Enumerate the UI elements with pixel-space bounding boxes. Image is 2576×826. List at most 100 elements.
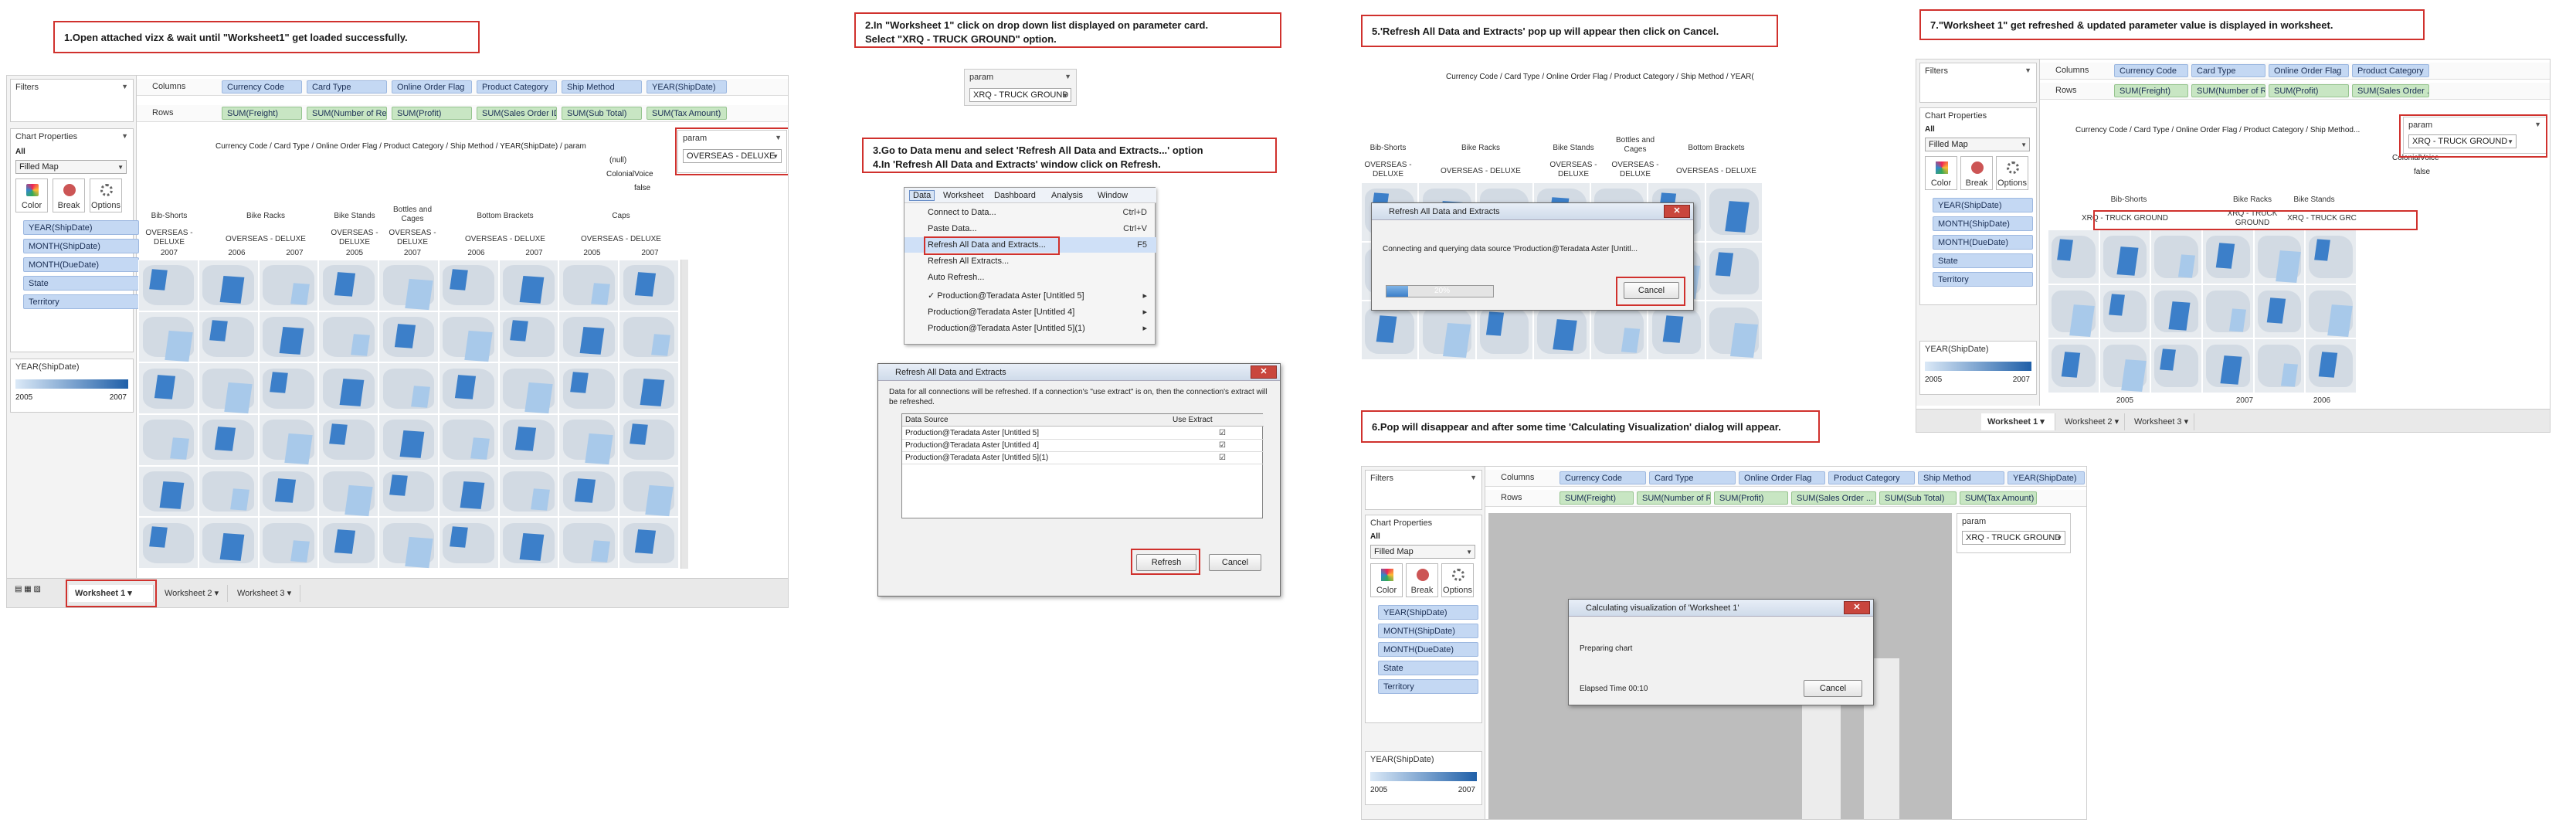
color-button[interactable]: Color [15,178,48,212]
tab7-worksheet-3[interactable]: Worksheet 3 ▾ [2128,413,2194,430]
filters-card-6[interactable]: Filters ▼ [1365,470,1482,510]
rows-shelf-7[interactable]: Rows SUM(Freight) SUM(Number of R... SUM… [2040,83,2550,100]
marks6-pill-0[interactable]: YEAR(ShipDate) [1378,605,1478,620]
chevron-down-icon[interactable]: ▼ [121,132,128,140]
marks7-pill-4[interactable]: Territory [1933,272,2033,287]
col7-pill-2[interactable]: Online Order Flag [2269,64,2349,77]
mark-type-select-7[interactable]: Filled Map [1925,138,2030,151]
col6-pill-0[interactable]: Currency Code [1560,471,1646,484]
break-button[interactable]: Break [1960,156,1993,190]
marks-pill-4[interactable]: Territory [23,294,139,309]
marks7-pill-2[interactable]: MONTH(DueDate) [1933,235,2033,250]
row-pill-0[interactable]: SUM(Freight) [222,107,302,120]
chevron-down-icon[interactable]: ▼ [1064,73,1071,80]
marks7-pill-3[interactable]: State [1933,253,2033,268]
menu-window[interactable]: Window [1098,191,1128,200]
col7-pill-1[interactable]: Card Type [2191,64,2265,77]
col7-pill-3[interactable]: Product Category [2352,64,2429,77]
marks-pill-1[interactable]: MONTH(ShipDate) [23,239,139,253]
tab7-worksheet-1[interactable]: Worksheet 1 ▾ [1981,413,2055,430]
param-dropdown-6[interactable]: XRQ - TRUCK GROUND [1962,531,2065,545]
row6-pill-5[interactable]: SUM(Tax Amount) [1960,491,2037,505]
filters-card-7[interactable]: Filters ▼ [1919,63,2037,103]
col-pill-0[interactable]: Currency Code [222,80,302,93]
menu-item-auto-refresh[interactable]: Auto Refresh... [904,270,1156,285]
row7-pill-3[interactable]: SUM(Sales Order ... [2352,84,2429,97]
marks6-pill-1[interactable]: MONTH(ShipDate) [1378,624,1478,638]
col-pill-2[interactable]: Online Order Flag [392,80,472,93]
table-row[interactable]: Production@Teradata Aster [Untitled 4] ☑ [902,440,1264,452]
columns-shelf-7[interactable]: Columns Currency Code Card Type Online O… [2040,63,2550,80]
col6-pill-5[interactable]: YEAR(ShipDate) [2008,471,2085,484]
marks6-pill-3[interactable]: State [1378,661,1478,675]
col-pill-3[interactable]: Product Category [477,80,557,93]
col6-pill-2[interactable]: Online Order Flag [1739,471,1825,484]
row6-pill-1[interactable]: SUM(Number of R... [1637,491,1711,505]
col6-pill-1[interactable]: Card Type [1649,471,1736,484]
tab7-worksheet-2[interactable]: Worksheet 2 ▾ [2058,413,2125,430]
row7-pill-0[interactable]: SUM(Freight) [2114,84,2188,97]
col-pill-1[interactable]: Card Type [307,80,387,93]
checkbox-icon[interactable]: ☑ [1219,429,1226,437]
vertical-scrollbar[interactable] [680,260,688,569]
menu-item-ds-5[interactable]: ✓ Production@Teradata Aster [Untitled 5]… [904,288,1156,304]
options-button[interactable]: Options [90,178,122,212]
menu-data[interactable]: Data [909,190,935,201]
menu-analysis[interactable]: Analysis [1051,191,1083,200]
chevron-down-icon[interactable]: ▼ [121,83,128,90]
marks-pill-0[interactable]: YEAR(ShipDate) [23,220,139,235]
row-pill-2[interactable]: SUM(Profit) [392,107,472,120]
map-grid-7[interactable] [2048,229,2357,393]
color-button[interactable]: Color [1925,156,1957,190]
col6-pill-4[interactable]: Ship Method [1918,471,2004,484]
menu-item-ds-5-1[interactable]: Production@Teradata Aster [Untitled 5](1… [904,321,1156,336]
col7-pill-0[interactable]: Currency Code [2114,64,2188,77]
tab-worksheet-2[interactable]: Worksheet 2 ▾ [158,585,228,602]
tab-worksheet-3[interactable]: Worksheet 3 ▾ [231,585,300,602]
row6-pill-3[interactable]: SUM(Sales Order ... [1791,491,1876,505]
mark-type-select[interactable]: Filled Map [15,160,127,174]
new-sheet-icon[interactable]: ▤ ▦ ▧ [15,585,41,593]
marks6-pill-2[interactable]: MONTH(DueDate) [1378,642,1478,657]
row-pill-4[interactable]: SUM(Sub Total) [562,107,642,120]
row6-pill-4[interactable]: SUM(Sub Total) [1879,491,1957,505]
close-icon[interactable]: ✕ [1844,601,1870,614]
rows-shelf-6[interactable]: Rows SUM(Freight) SUM(Number of R... SUM… [1485,490,2086,507]
row7-pill-1[interactable]: SUM(Number of R... [2191,84,2265,97]
break-button[interactable]: Break [53,178,85,212]
table-row[interactable]: Production@Teradata Aster [Untitled 5](1… [902,453,1264,464]
menu-item-refresh-extracts[interactable]: Refresh All Extracts... [904,253,1156,269]
map-grid[interactable] [138,260,679,569]
checkbox-icon[interactable]: ☑ [1219,454,1226,462]
row-pill-5[interactable]: SUM(Tax Amount) [647,107,727,120]
checkbox-icon[interactable]: ☑ [1219,441,1226,450]
filters-card[interactable]: Filters ▼ [10,79,134,122]
cancel-button[interactable]: Cancel [1804,680,1862,697]
col6-pill-3[interactable]: Product Category [1828,471,1915,484]
options-button[interactable]: Options [1441,563,1474,597]
menu-dashboard[interactable]: Dashboard [994,191,1036,200]
rows-shelf[interactable]: Rows SUM(Freight) SUM(Number of Re... SU… [137,105,788,122]
menu-item-ds-4[interactable]: Production@Teradata Aster [Untitled 4] ▸ [904,304,1156,320]
row6-pill-2[interactable]: SUM(Profit) [1714,491,1788,505]
marks-pill-2[interactable]: MONTH(DueDate) [23,257,139,272]
chevron-down-icon[interactable]: ▼ [1470,474,1477,481]
row-pill-3[interactable]: SUM(Sales Order ID) [477,107,557,120]
close-icon[interactable]: ✕ [1664,205,1690,218]
marks-pill-3[interactable]: State [23,276,139,291]
color-button[interactable]: Color [1370,563,1403,597]
columns-shelf-6[interactable]: Columns Currency Code Card Type Online O… [1485,470,2086,487]
marks7-pill-1[interactable]: MONTH(ShipDate) [1933,216,2033,231]
chevron-down-icon[interactable]: ▼ [2024,66,2031,74]
close-icon[interactable]: ✕ [1251,365,1277,379]
options-button[interactable]: Options [1996,156,2028,190]
marks7-pill-0[interactable]: YEAR(ShipDate) [1933,198,2033,212]
table-row[interactable]: Production@Teradata Aster [Untitled 5] ☑ [902,428,1264,440]
col-pill-4[interactable]: Ship Method [562,80,642,93]
menu-worksheet[interactable]: Worksheet [943,191,983,200]
mark-type-select-6[interactable]: Filled Map [1370,545,1475,559]
columns-shelf[interactable]: Columns Currency Code Card Type Online O… [137,79,788,96]
param-dropdown-2[interactable]: XRQ - TRUCK GROUND [969,88,1071,102]
row-pill-1[interactable]: SUM(Number of Re... [307,107,387,120]
row7-pill-2[interactable]: SUM(Profit) [2269,84,2349,97]
